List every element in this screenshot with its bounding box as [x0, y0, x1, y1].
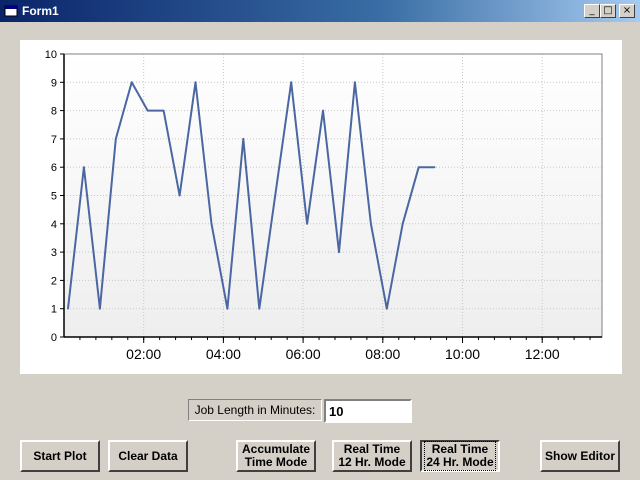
data-point — [162, 109, 165, 112]
clear-data-button[interactable]: Clear Data — [108, 440, 188, 472]
data-point — [401, 223, 404, 225]
real-time-24hr-button[interactable]: Real Time 24 Hr. Mode — [420, 440, 500, 472]
chart-panel: 0 1 2 3 4 5 6 7 8 9 10 02:00 04:00 06:00 08:00 10:00 12:… — [20, 40, 622, 374]
accumulate-time-mode-button[interactable]: Accumulate Time Mode — [236, 440, 316, 472]
x-tick-label: 02:00 — [126, 346, 161, 362]
data-point — [67, 307, 69, 310]
app-icon — [4, 5, 18, 17]
y-tick-label: 1 — [51, 304, 57, 316]
data-point — [306, 223, 308, 225]
data-point — [338, 251, 340, 253]
data-point — [83, 166, 85, 168]
realtime24-label: Real Time 24 Hr. Mode — [424, 441, 496, 471]
data-point — [194, 81, 197, 84]
y-tick-label: 0 — [51, 332, 57, 344]
data-point — [178, 194, 181, 197]
realtime12-label: Real Time 12 Hr. Mode — [338, 442, 406, 469]
window-title: Form1 — [22, 4, 59, 18]
x-tick-label: 10:00 — [445, 346, 480, 362]
start-plot-label: Start Plot — [33, 448, 87, 463]
x-tick-label: 08:00 — [365, 346, 400, 362]
data-point — [99, 307, 101, 310]
x-tick-label: 04:00 — [206, 346, 241, 362]
job-length-input[interactable] — [324, 399, 412, 423]
data-point — [322, 109, 324, 112]
close-button[interactable]: × — [619, 4, 635, 18]
data-point — [115, 138, 117, 140]
data-point — [433, 166, 436, 168]
show-editor-label: Show Editor — [545, 448, 615, 463]
data-point — [274, 194, 277, 197]
clear-data-label: Clear Data — [118, 448, 178, 463]
job-length-label: Job Length in Minutes: — [188, 399, 322, 421]
y-tick-label: 10 — [45, 49, 57, 61]
y-tick-label: 3 — [51, 247, 57, 259]
y-tick-label: 5 — [51, 191, 57, 203]
main-window: Form1 _ □ × 0 1 2 3 4 5 6 7 8 9 10 02:00 04:00 06:00 0… — [0, 0, 640, 480]
data-point — [258, 307, 261, 310]
x-tick-label: 12:00 — [525, 346, 560, 362]
real-time-12hr-button[interactable]: Real Time 12 Hr. Mode — [332, 440, 412, 472]
data-point — [226, 307, 229, 310]
x-tick-label: 06:00 — [286, 346, 321, 362]
data-point — [386, 307, 388, 310]
y-tick-label: 9 — [51, 77, 57, 89]
y-tick-label: 6 — [51, 162, 57, 174]
data-point — [146, 109, 149, 112]
data-point — [370, 223, 372, 225]
title-bar[interactable]: Form1 _ □ × — [0, 0, 640, 22]
y-tick-label: 8 — [51, 106, 57, 118]
data-point — [290, 81, 292, 84]
minimize-button[interactable]: _ — [584, 4, 600, 18]
y-tick-label: 4 — [51, 219, 57, 231]
line-chart: 0 1 2 3 4 5 6 7 8 9 10 02:00 04:00 06:00 08:00 10:00 12:… — [45, 49, 603, 362]
show-editor-button[interactable]: Show Editor — [540, 440, 620, 472]
maximize-button[interactable]: □ — [600, 4, 616, 18]
data-point — [417, 166, 420, 168]
data-point — [354, 81, 356, 84]
data-point — [130, 81, 133, 84]
y-tick-label: 2 — [51, 275, 57, 287]
start-plot-button[interactable]: Start Plot — [20, 440, 100, 472]
data-point — [210, 223, 213, 225]
data-point — [242, 138, 245, 140]
accumulate-label: Accumulate Time Mode — [241, 442, 311, 469]
y-tick-label: 7 — [51, 134, 57, 146]
